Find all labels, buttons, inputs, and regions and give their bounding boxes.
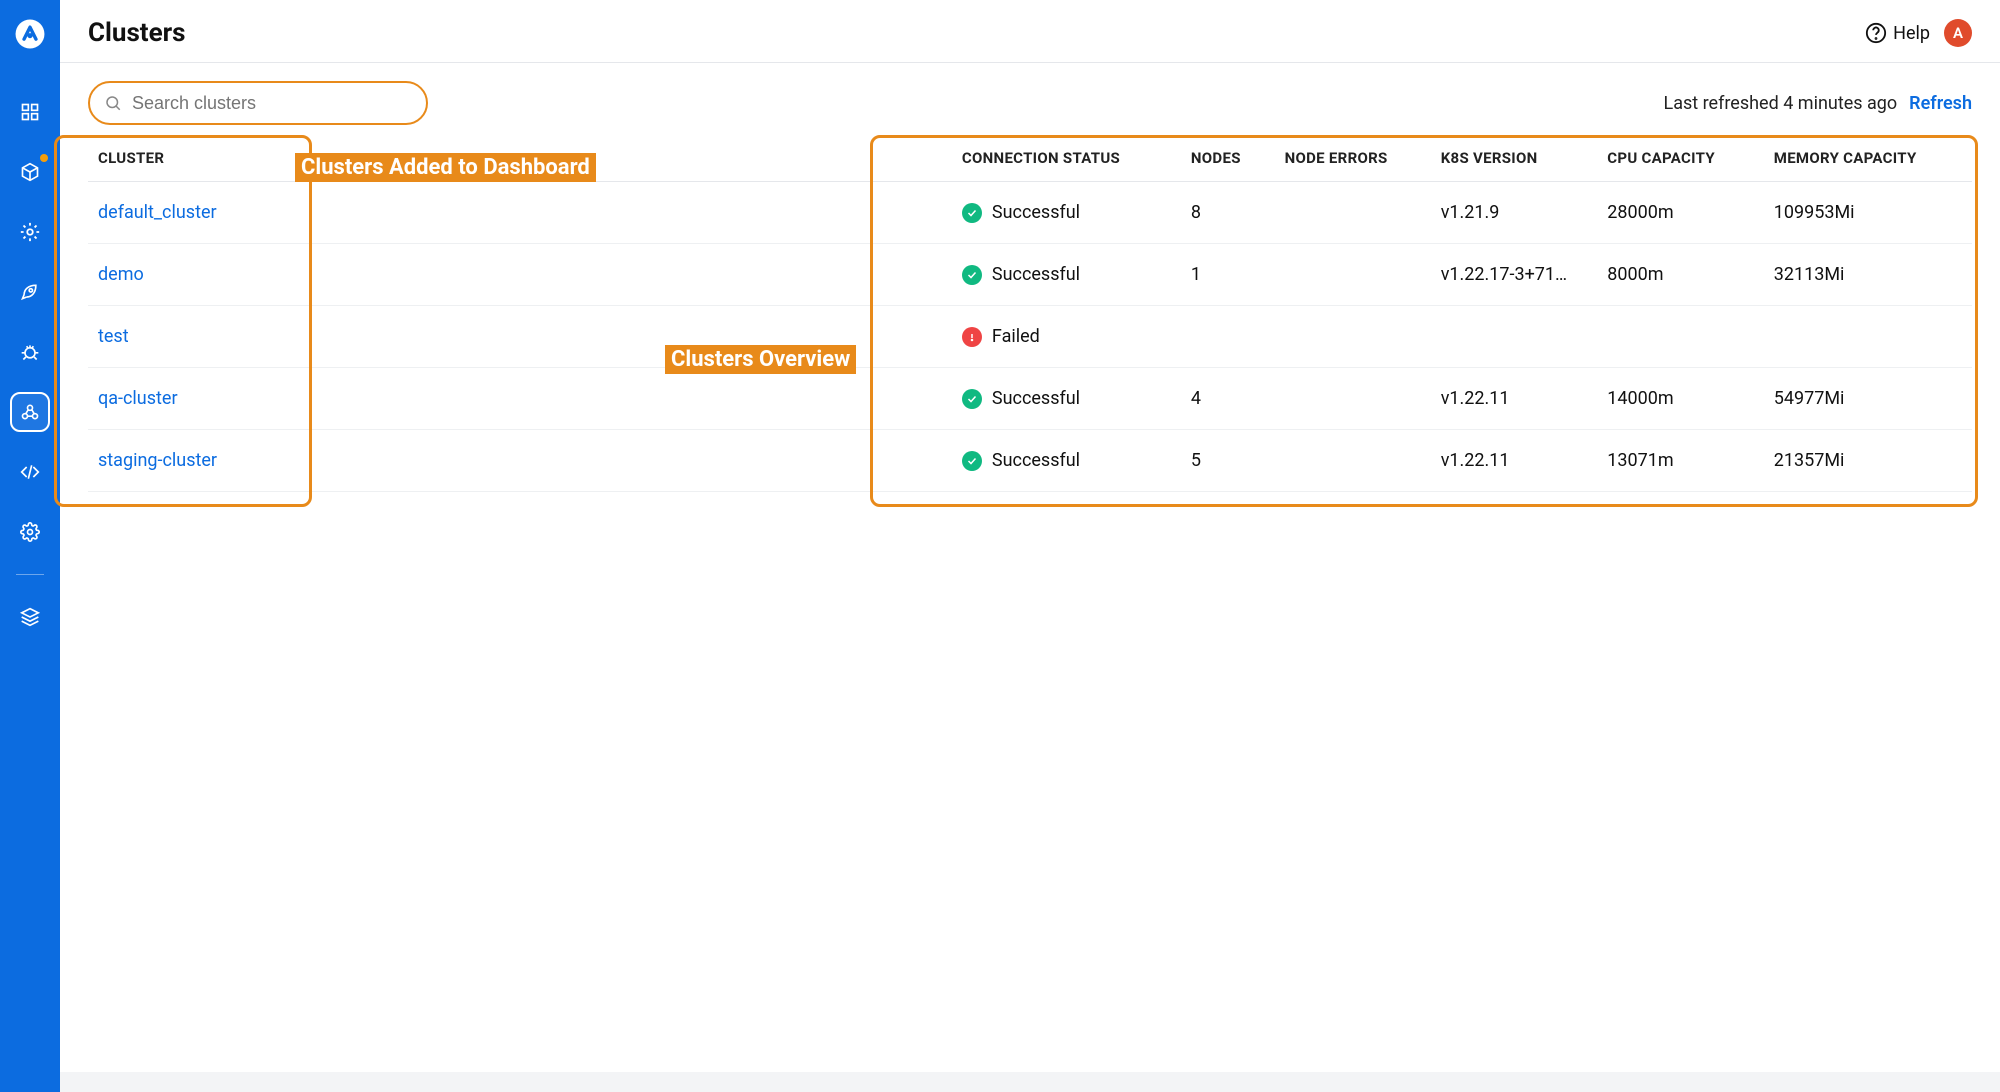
- cell-k8s-version: v1.22.17-3+71…: [1431, 244, 1598, 306]
- nav-item-config[interactable]: [10, 212, 50, 252]
- toolbar: Last refreshed 4 minutes ago Refresh: [60, 63, 2000, 135]
- refresh-link[interactable]: Refresh: [1909, 93, 1972, 114]
- sidebar: [0, 0, 60, 1092]
- table-row: qa-cluster Successful 4 v1.22.1114000m54977…: [88, 368, 1972, 430]
- cluster-name-link[interactable]: staging-cluster: [98, 450, 217, 471]
- cell-cpu-capacity: 8000m: [1597, 244, 1764, 306]
- cell-memory-capacity: 54977Mi: [1764, 368, 1972, 430]
- nav-item-bugs[interactable]: [10, 332, 50, 372]
- cell-k8s-version: v1.22.11: [1431, 430, 1598, 492]
- cell-node-errors: [1275, 306, 1431, 368]
- cell-memory-capacity: 21357Mi: [1764, 430, 1972, 492]
- nav-item-packages[interactable]: [10, 152, 50, 192]
- help-label: Help: [1893, 23, 1930, 44]
- cell-k8s-version: [1431, 306, 1598, 368]
- main: Clusters Help A Last refreshed 4 minutes…: [60, 0, 2000, 1092]
- page-title: Clusters: [88, 18, 186, 48]
- nav-item-deploy[interactable]: [10, 272, 50, 312]
- cluster-name-link[interactable]: demo: [98, 264, 144, 285]
- nav-item-code[interactable]: [10, 452, 50, 492]
- help-icon: [1865, 22, 1887, 44]
- table-row: demo Successful 1 v1.22.17-3+71…8000m32113M…: [88, 244, 1972, 306]
- nav-item-settings[interactable]: [10, 512, 50, 552]
- footer-bar: [60, 1072, 2000, 1092]
- search-icon: [104, 94, 122, 112]
- nav-divider: [16, 574, 44, 575]
- search-wrap[interactable]: [88, 81, 428, 125]
- th-nodes[interactable]: NODES: [1181, 135, 1275, 182]
- check-circle-icon: [962, 265, 982, 285]
- cell-memory-capacity: 109953Mi: [1764, 182, 1972, 244]
- status-text: Successful: [992, 450, 1080, 471]
- status-text: Successful: [992, 388, 1080, 409]
- connection-status: Successful: [962, 450, 1171, 471]
- connection-status: Failed: [962, 326, 1171, 347]
- cluster-name-link[interactable]: default_cluster: [98, 202, 217, 223]
- cell-cpu-capacity: 28000m: [1597, 182, 1764, 244]
- cell-nodes: 1: [1181, 244, 1275, 306]
- clusters-table: CLUSTER CONNECTION STATUS NODES NODE ERR…: [88, 135, 1972, 492]
- cell-node-errors: [1275, 182, 1431, 244]
- cell-k8s-version: v1.22.11: [1431, 368, 1598, 430]
- search-input[interactable]: [132, 93, 412, 114]
- avatar-letter: A: [1953, 24, 1963, 42]
- nav-item-layers[interactable]: [10, 597, 50, 637]
- annotation-left: Clusters Added to Dashboard: [295, 153, 596, 182]
- alert-circle-icon: [962, 327, 982, 347]
- table-row: default_cluster Successful 8 v1.21.928000m1…: [88, 182, 1972, 244]
- cell-cpu-capacity: [1597, 306, 1764, 368]
- cell-node-errors: [1275, 368, 1431, 430]
- th-k8s-version[interactable]: K8S VERSION: [1431, 135, 1598, 182]
- cell-nodes: 4: [1181, 368, 1275, 430]
- table-row: staging-cluster Successful 5 v1.22.1113071m…: [88, 430, 1972, 492]
- nav-item-clusters[interactable]: [10, 392, 50, 432]
- connection-status: Successful: [962, 202, 1171, 223]
- app-logo: [12, 16, 48, 52]
- th-memory-capacity[interactable]: MEMORY CAPACITY: [1764, 135, 1972, 182]
- connection-status: Successful: [962, 388, 1171, 409]
- cell-cpu-capacity: 13071m: [1597, 430, 1764, 492]
- cell-cpu-capacity: 14000m: [1597, 368, 1764, 430]
- th-cpu-capacity[interactable]: CPU CAPACITY: [1597, 135, 1764, 182]
- check-circle-icon: [962, 451, 982, 471]
- table-row: test Failed: [88, 306, 1972, 368]
- cell-nodes: 8: [1181, 182, 1275, 244]
- avatar[interactable]: A: [1944, 19, 1972, 47]
- table-area: Clusters Added to Dashboard Clusters Ove…: [60, 135, 2000, 492]
- annotation-right: Clusters Overview: [665, 345, 856, 374]
- nav-item-dashboard[interactable]: [10, 92, 50, 132]
- header: Clusters Help A: [60, 0, 2000, 63]
- cell-nodes: 5: [1181, 430, 1275, 492]
- notification-dot-icon: [40, 154, 48, 162]
- cell-node-errors: [1275, 244, 1431, 306]
- status-text: Failed: [992, 326, 1040, 347]
- check-circle-icon: [962, 389, 982, 409]
- status-text: Successful: [992, 264, 1080, 285]
- th-node-errors[interactable]: NODE ERRORS: [1275, 135, 1431, 182]
- check-circle-icon: [962, 203, 982, 223]
- th-connection-status[interactable]: CONNECTION STATUS: [952, 135, 1181, 182]
- connection-status: Successful: [962, 264, 1171, 285]
- help-button[interactable]: Help: [1865, 22, 1930, 44]
- cell-node-errors: [1275, 430, 1431, 492]
- cell-memory-capacity: 32113Mi: [1764, 244, 1972, 306]
- cell-nodes: [1181, 306, 1275, 368]
- last-refreshed-text: Last refreshed 4 minutes ago: [1664, 93, 1898, 114]
- status-text: Successful: [992, 202, 1080, 223]
- cluster-name-link[interactable]: test: [98, 326, 129, 347]
- cluster-name-link[interactable]: qa-cluster: [98, 388, 178, 409]
- last-refreshed: Last refreshed 4 minutes ago Refresh: [1664, 93, 1973, 114]
- cell-memory-capacity: [1764, 306, 1972, 368]
- cell-k8s-version: v1.21.9: [1431, 182, 1598, 244]
